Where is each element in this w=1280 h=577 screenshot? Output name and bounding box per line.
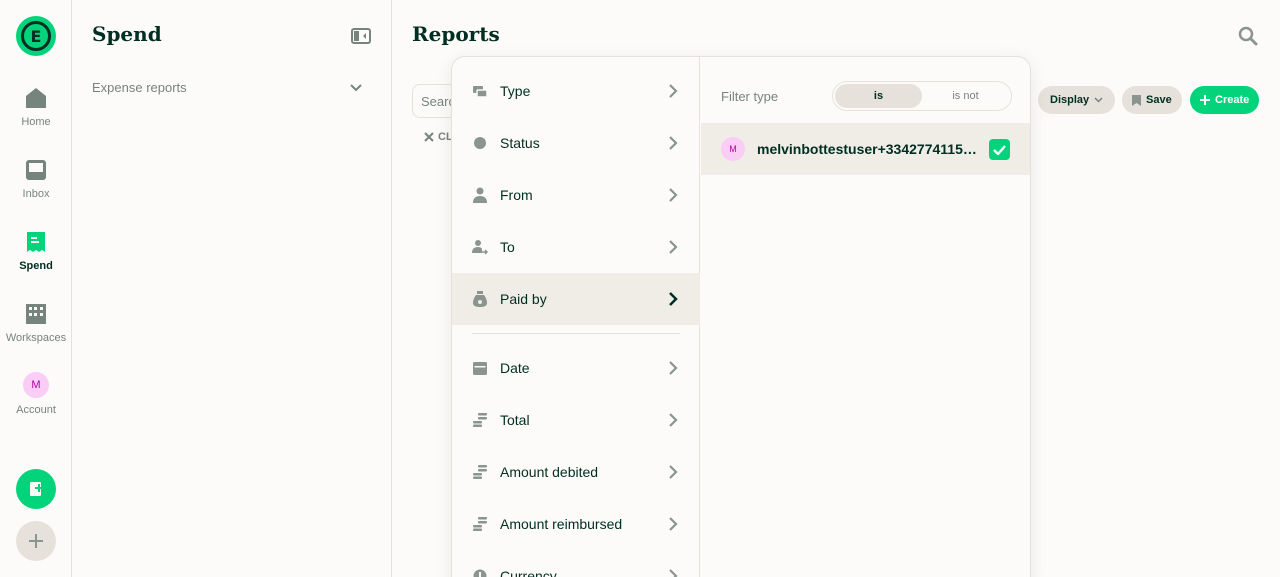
filter-item-date[interactable]: Date [452,342,700,394]
create-label: Create [1215,94,1250,106]
left-rail: E Home Inbox Spend Workspaces M Account [0,0,72,577]
logo-letter: E [21,21,51,51]
close-icon [424,132,434,142]
chevron-down-icon [350,83,362,91]
save-button[interactable]: Save [1122,86,1182,114]
display-button[interactable]: Display [1038,86,1116,114]
receipt-icon [27,232,45,252]
chevron-right-icon [669,465,678,479]
collapse-sidebar-icon[interactable] [351,28,371,44]
chevron-right-icon [669,361,678,375]
nav-spend[interactable]: Spend [0,230,72,272]
inbox-icon [26,160,46,180]
nav-account[interactable]: M Account [0,372,72,416]
filter-item-label: Paid by [500,291,547,307]
filter-type-toggle: is is not [832,81,1012,111]
coins-icon [473,465,487,479]
chevron-right-icon [669,292,678,306]
nav-workspaces-label: Workspaces [5,332,67,344]
avatar: M [23,372,49,398]
filter-popover: Type Status From To Paid by Date Total A… [451,56,1031,577]
chevron-right-icon [669,240,678,254]
chevron-right-icon [669,517,678,531]
receipt-plus-icon [30,482,43,496]
currency-icon [473,569,487,577]
sidebar-title: Spend [92,22,162,46]
coins-icon [473,517,487,531]
coins-icon [473,413,487,427]
toggle-is-not[interactable]: is not [922,84,1009,108]
plus-icon [1200,95,1210,105]
user-option-row[interactable]: M melvinbottestuser+3342774115@gmail.com [701,123,1030,175]
person-arrow-icon [472,240,488,255]
filter-item-total[interactable]: Total [452,394,700,446]
filter-item-label: To [500,239,515,255]
calendar-icon [473,362,487,375]
clear-filters-button[interactable]: CL [424,131,453,143]
chevron-right-icon [669,569,678,577]
page-title: Reports [412,22,500,46]
type-icon [473,86,488,98]
filter-item-label: Amount debited [500,464,599,480]
menu-divider [472,333,680,334]
filter-options-panel: Filter type is is not M melvinbottestuse… [701,57,1030,577]
save-label: Save [1146,94,1172,106]
add-button[interactable] [16,521,56,561]
user-name: melvinbottestuser+3342774115@gmail.com [757,141,977,157]
checkbox-checked[interactable] [989,139,1010,160]
status-icon [474,137,486,149]
toggle-is[interactable]: is [835,84,922,108]
expensify-logo[interactable]: E [16,16,56,56]
filter-item-from[interactable]: From [452,169,700,221]
filter-item-label: Amount reimbursed [500,516,623,532]
filter-item-amount-reimbursed[interactable]: Amount reimbursed [452,498,700,550]
avatar: M [721,137,745,161]
chevron-right-icon [669,413,678,427]
chevron-right-icon [669,136,678,150]
filter-item-label: Total [500,412,530,428]
chevron-right-icon [669,84,678,98]
filter-item-label: Type [500,83,531,99]
bookmark-icon [1132,94,1141,106]
filter-item-label: Status [500,135,540,151]
chevron-down-icon [1094,97,1103,103]
search-icon[interactable] [1238,26,1258,46]
filter-item-type[interactable]: Type [452,65,700,117]
chevron-right-icon [669,188,678,202]
filter-item-amount-debited[interactable]: Amount debited [452,446,700,498]
nav-home-label: Home [21,116,51,128]
nav-spend-label: Spend [19,260,53,272]
money-bag-icon [473,291,487,307]
nav-inbox-label: Inbox [22,188,50,200]
filter-item-currency[interactable]: Currency [452,550,700,577]
nav-inbox[interactable]: Inbox [0,158,72,200]
filter-menu: Type Status From To Paid by Date Total A… [452,57,700,577]
sidebar-item-label: Expense reports [92,80,187,95]
filter-item-status[interactable]: Status [452,117,700,169]
filter-item-label: Date [500,360,530,376]
filter-item-paid-by[interactable]: Paid by [452,273,700,325]
plus-icon [29,534,43,548]
new-expense-button[interactable] [16,469,56,509]
create-button[interactable]: Create [1190,86,1260,114]
sidebar-item-expense-reports[interactable]: Expense reports [92,80,362,95]
filter-item-label: From [500,187,533,203]
checkmark-icon [993,144,1006,155]
home-icon [26,88,46,108]
display-label: Display [1050,94,1090,106]
filter-type-label: Filter type [721,89,779,104]
filter-item-label: Currency [500,568,557,577]
nav-workspaces[interactable]: Workspaces [0,302,72,344]
filter-item-to[interactable]: To [452,221,700,273]
person-icon [473,187,487,203]
building-icon [26,304,46,324]
nav-account-label: Account [16,404,56,416]
nav-home[interactable]: Home [0,86,72,128]
spend-sidebar: Spend Expense reports [72,0,392,577]
